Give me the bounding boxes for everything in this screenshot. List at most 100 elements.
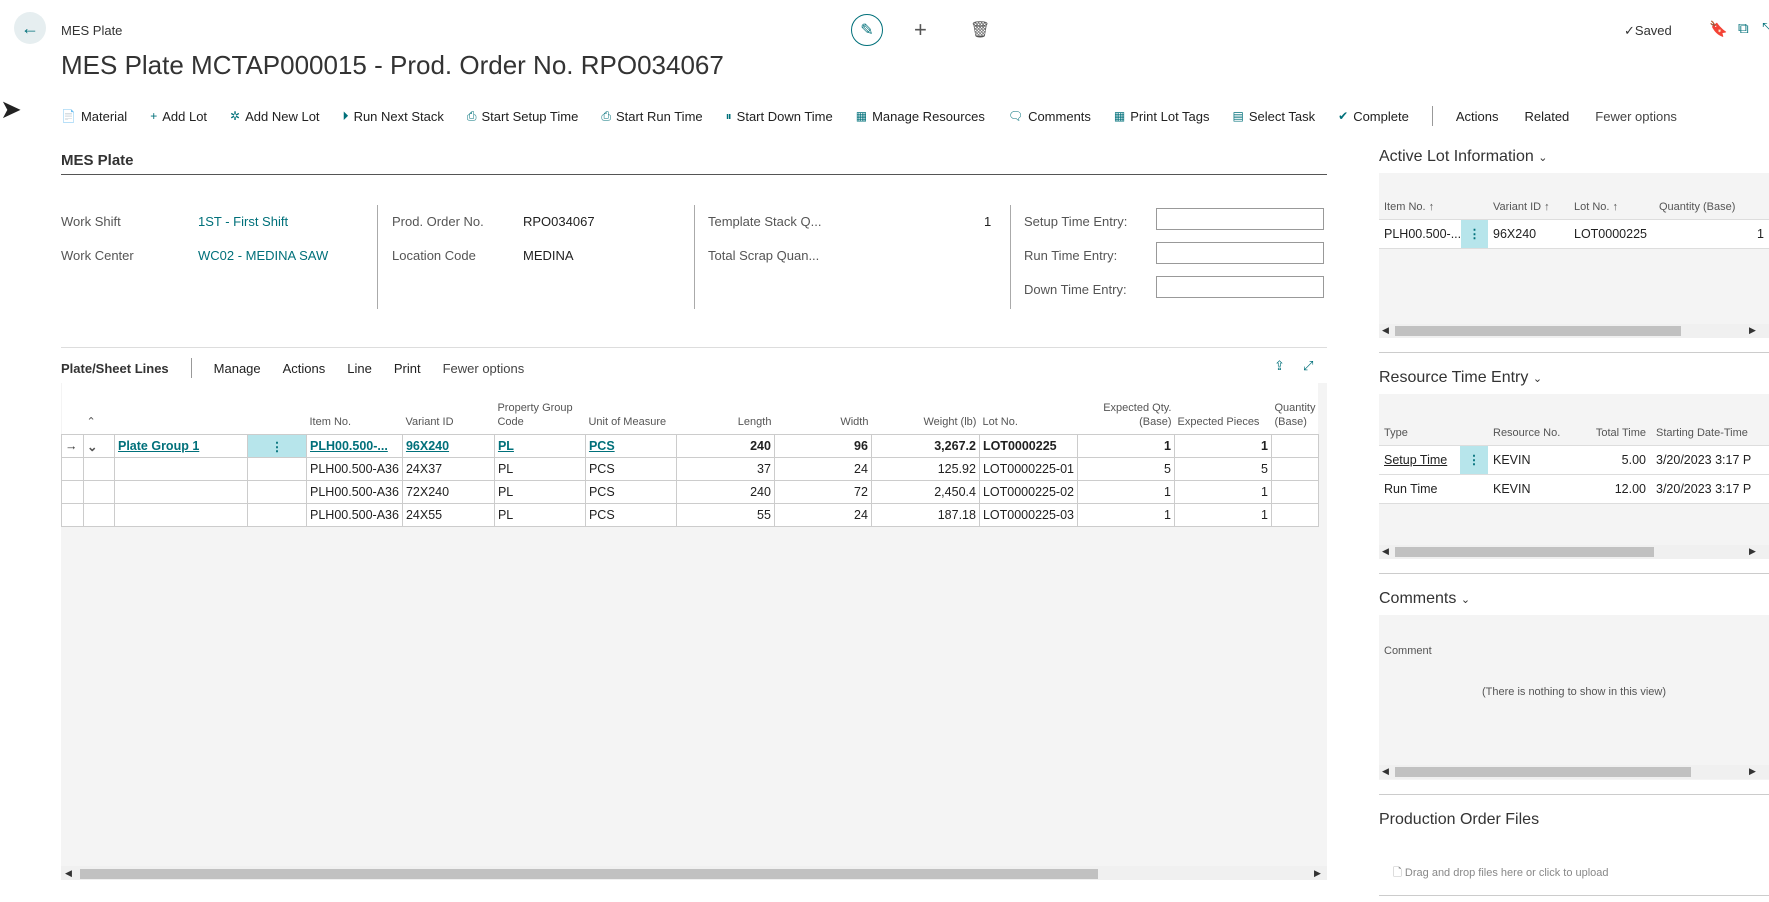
- share-icon[interactable]: ⇪: [1274, 358, 1285, 374]
- comment-column-header[interactable]: Comment: [1384, 645, 1432, 657]
- bookmark-icon[interactable]: 🔖: [1709, 20, 1728, 38]
- cell-type[interactable]: Setup Time: [1379, 444, 1460, 475]
- cell-quantity[interactable]: [1271, 434, 1319, 458]
- scroll-left-icon[interactable]: ◀: [1382, 766, 1389, 777]
- table-row[interactable]: PLH00.500-A36 72X240 PL PCS 240 72 2,450…: [61, 480, 1319, 504]
- column-header[interactable]: Width: [774, 383, 872, 435]
- back-button[interactable]: ←: [14, 12, 46, 44]
- cell-type[interactable]: Run Time: [1379, 473, 1460, 504]
- cell-length[interactable]: 240: [675, 480, 775, 504]
- column-header[interactable]: Unit of Measure: [585, 383, 677, 435]
- cell-quantity[interactable]: 1: [1654, 218, 1769, 249]
- comments-action[interactable]: 🗨 Comments: [1008, 109, 1091, 124]
- table-row[interactable]: PLH00.500-... ⋮ 96X240 LOT0000225 1: [1379, 218, 1769, 249]
- scrollbar-thumb[interactable]: [1395, 767, 1691, 777]
- cell-width[interactable]: 24: [773, 503, 872, 527]
- cell-width[interactable]: 72: [773, 480, 872, 504]
- related-menu[interactable]: Related: [1524, 109, 1569, 124]
- column-header[interactable]: Type: [1379, 394, 1460, 445]
- cell-weight[interactable]: 3,267.2: [870, 434, 980, 458]
- cell-expected-pieces[interactable]: 1: [1174, 503, 1272, 527]
- cell-quantity[interactable]: [1271, 503, 1319, 527]
- comments-title[interactable]: Comments ⌄: [1379, 590, 1470, 608]
- manage-resources-action[interactable]: ▦ Manage Resources: [856, 109, 985, 124]
- cell-uom[interactable]: PCS: [584, 480, 677, 504]
- cell-expected-pieces[interactable]: 1: [1174, 480, 1272, 504]
- scrollbar-thumb[interactable]: [80, 869, 1098, 879]
- column-header[interactable]: Lot No.: [979, 383, 1078, 435]
- print-menu[interactable]: Print: [394, 361, 421, 376]
- cell-expected-pieces[interactable]: 1: [1174, 434, 1272, 458]
- scroll-left-icon[interactable]: ◀: [1382, 546, 1389, 557]
- add-lot-action[interactable]: + Add Lot: [150, 109, 207, 124]
- cell-lot-no[interactable]: LOT0000225-03: [978, 503, 1079, 527]
- column-header[interactable]: Length: [676, 383, 775, 435]
- cell-lot-no[interactable]: LOT0000225: [1569, 218, 1654, 249]
- setup-time-entry-input[interactable]: [1156, 208, 1324, 230]
- column-header[interactable]: Quantity (Base): [1271, 383, 1319, 435]
- cell-quantity[interactable]: [1271, 480, 1319, 504]
- work-shift-value[interactable]: 1ST - First Shift: [198, 214, 288, 229]
- column-header[interactable]: Resource No.: [1488, 394, 1568, 445]
- cell-quantity[interactable]: [1271, 457, 1319, 481]
- cell-property-group[interactable]: PL: [493, 434, 586, 458]
- scrollbar-thumb[interactable]: [1395, 326, 1681, 336]
- row-menu-button[interactable]: ⋮: [1461, 218, 1488, 249]
- cell-lot-no[interactable]: LOT0000225-01: [978, 457, 1079, 481]
- cell-expected-qty[interactable]: 1: [1077, 503, 1175, 527]
- cell-variant[interactable]: 96X240: [401, 434, 495, 458]
- column-header[interactable]: Total Time: [1568, 394, 1651, 445]
- actions-menu[interactable]: Actions: [1456, 109, 1499, 124]
- cell-length[interactable]: 240: [675, 434, 775, 458]
- cell-item-no[interactable]: PLH00.500-...: [306, 434, 403, 458]
- collapse-all-icon[interactable]: ⌃: [87, 416, 96, 428]
- manage-menu[interactable]: Manage: [214, 361, 261, 376]
- cell-variant[interactable]: 24X37: [401, 457, 495, 481]
- open-new-window-icon[interactable]: ⧉: [1738, 20, 1749, 37]
- chevron-down-icon[interactable]: ⌄: [83, 434, 115, 458]
- table-row[interactable]: PLH00.500-A36 24X55 PL PCS 55 24 187.18 …: [61, 503, 1319, 527]
- start-setup-time-action[interactable]: ⎙ Start Setup Time: [467, 109, 578, 124]
- cell-weight[interactable]: 187.18: [870, 503, 980, 527]
- add-new-lot-action[interactable]: ✲ Add New Lot: [230, 109, 320, 124]
- cell-starting-datetime[interactable]: 3/20/2023 3:17 P: [1651, 473, 1769, 504]
- expand-icon[interactable]: ⤢: [1303, 358, 1313, 374]
- cell-width[interactable]: 96: [773, 434, 872, 458]
- cell-expected-pieces[interactable]: 5: [1174, 457, 1272, 481]
- down-time-entry-input[interactable]: [1156, 276, 1324, 298]
- line-menu[interactable]: Line: [347, 361, 372, 376]
- cell-resource[interactable]: KEVIN: [1488, 444, 1568, 475]
- delete-button[interactable]: 🗑: [970, 20, 990, 40]
- active-lot-title[interactable]: Active Lot Information ⌄: [1379, 148, 1547, 166]
- cell-item-no[interactable]: PLH00.500-A36: [306, 480, 403, 504]
- cell-lot-no[interactable]: LOT0000225: [978, 434, 1079, 458]
- cell-property-group[interactable]: PL: [493, 457, 586, 481]
- new-button[interactable]: +: [914, 17, 927, 43]
- column-header[interactable]: Property Group Code: [494, 383, 586, 435]
- column-header[interactable]: Weight (lb): [871, 383, 980, 435]
- scroll-left-icon[interactable]: ◀: [1382, 325, 1389, 336]
- select-task-action[interactable]: ▤ Select Task: [1233, 109, 1316, 124]
- table-row[interactable]: Run Time KEVIN 12.00 3/20/2023 3:17 P: [1379, 473, 1769, 504]
- row-menu-button[interactable]: ⋮: [1460, 444, 1488, 475]
- scroll-right-icon[interactable]: ▶: [1749, 546, 1756, 557]
- cell-total-time[interactable]: 5.00: [1568, 444, 1651, 475]
- column-header[interactable]: Expected Pieces: [1174, 383, 1272, 435]
- work-center-value[interactable]: WC02 - MEDINA SAW: [198, 248, 328, 263]
- run-time-entry-input[interactable]: [1156, 242, 1324, 264]
- edit-button[interactable]: ✎: [851, 14, 883, 46]
- column-header[interactable]: Variant ID ↑: [1488, 173, 1569, 219]
- cell-item-no[interactable]: PLH00.500-A36: [306, 457, 403, 481]
- column-header[interactable]: Quantity (Base): [1654, 173, 1769, 219]
- start-down-time-action[interactable]: ⏸ Start Down Time: [726, 109, 833, 124]
- column-header[interactable]: Starting Date-Time: [1651, 394, 1769, 445]
- complete-action[interactable]: ✔ Complete: [1338, 109, 1409, 124]
- lines-actions-menu[interactable]: Actions: [283, 361, 326, 376]
- cell-item-no[interactable]: PLH00.500-A36: [306, 503, 403, 527]
- cell-expected-qty[interactable]: 5: [1077, 457, 1175, 481]
- cell-uom[interactable]: PCS: [584, 457, 677, 481]
- column-header[interactable]: Expected Qty. (Base): [1077, 383, 1175, 435]
- material-action[interactable]: 📄 Material: [61, 109, 127, 124]
- column-header[interactable]: Lot No. ↑: [1569, 173, 1654, 219]
- cell-item-no[interactable]: PLH00.500-...: [1379, 218, 1461, 249]
